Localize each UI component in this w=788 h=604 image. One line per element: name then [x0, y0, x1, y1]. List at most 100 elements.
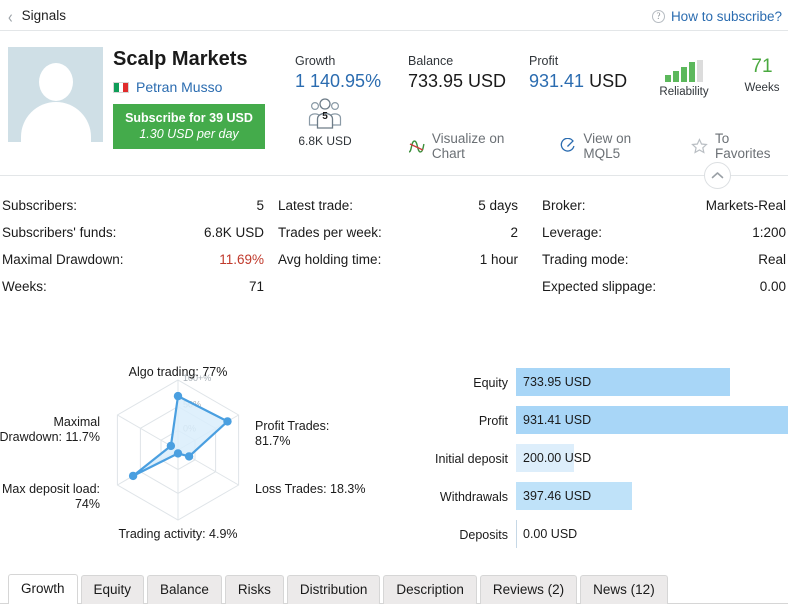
stat-value: 71	[248, 279, 264, 294]
kpi-profit-label: Profit	[529, 54, 559, 68]
bar-track: 931.41 USD	[516, 406, 788, 434]
tab-distribution[interactable]: Distribution	[286, 575, 381, 604]
to-favorites-button[interactable]: To Favorites	[691, 131, 788, 161]
subscribe-daily-label: 1.30 USD per day	[139, 126, 239, 141]
subscribers-funds-label: 6.8K USD	[298, 134, 352, 148]
stat-key: Trading mode:	[542, 252, 629, 267]
stat-key: Avg holding time:	[278, 252, 382, 267]
how-to-subscribe-label: How to subscribe?	[670, 9, 782, 24]
view-on-mql5-button[interactable]: View on MQL5	[560, 131, 671, 161]
action-links: Visualize on Chart View on MQL5 To Favor…	[408, 131, 788, 161]
radar-data-point	[128, 471, 138, 481]
kpi-profit-value: 931.41 USD	[529, 71, 628, 91]
bar-category-label: Profit	[478, 414, 508, 428]
stat-value: 11.69%	[219, 252, 264, 267]
subscribe-price-label: Subscribe for 39 USD	[125, 110, 253, 125]
table-row: Trades per week: 2	[278, 225, 518, 252]
subscribe-button[interactable]: Subscribe for 39 USD 1.30 USD per day	[113, 104, 265, 149]
radar-data-point	[173, 391, 183, 401]
visualize-on-chart-label: Visualize on Chart	[431, 131, 505, 161]
bar-value-label: 397.46 USD	[523, 489, 592, 503]
stat-key: Latest trade:	[278, 198, 354, 213]
bar-track: 0.00 USD	[516, 520, 788, 548]
table-row: Maximal Drawdown: 11.69%	[2, 252, 264, 279]
visualize-on-chart-button[interactable]: Visualize on Chart	[408, 131, 540, 161]
tab-equity[interactable]: Equity	[80, 575, 145, 604]
external-link-icon	[561, 138, 576, 152]
radar-axis-label: Algo trading: 77%	[129, 365, 228, 379]
reliability-label: Reliability	[659, 86, 709, 98]
subscribers-group-icon: 5	[308, 98, 342, 129]
bar-category-label: Initial deposit	[435, 452, 508, 466]
chart-line-icon	[408, 139, 425, 153]
stat-key: Leverage:	[542, 225, 603, 240]
stat-key: Weeks:	[2, 279, 47, 294]
bottom-tab-bar: Growth Equity Balance Risks Distribution Desc…	[0, 568, 788, 604]
page-title: Scalp Markets	[113, 48, 248, 70]
stat-key: Maximal Drawdown:	[2, 252, 124, 267]
kpi-balance-label: Balance	[408, 54, 454, 68]
table-row: Broker: Markets-Real	[542, 198, 786, 225]
top-divider	[0, 30, 788, 31]
user-avatar-placeholder	[38, 63, 73, 101]
stat-value: 1 hour	[479, 252, 518, 267]
kpi-balance: Balance 733.95 USD	[408, 54, 506, 92]
star-icon	[691, 138, 708, 154]
table-row: Subscribers' funds: 6.8K USD	[2, 225, 264, 252]
avatar[interactable]	[8, 47, 103, 142]
radar-data-point	[166, 441, 176, 451]
kpi-profit: Profit 931.41 USD	[529, 54, 627, 92]
stat-value: 1:200	[752, 225, 786, 240]
tab-reviews-2[interactable]: Reviews (2)	[479, 575, 578, 604]
table-row: Trading mode: Real	[542, 252, 786, 279]
kpi-balance-value: 733.95 USD	[408, 71, 507, 91]
stat-value: 6.8K USD	[203, 225, 264, 240]
tab-description[interactable]: Description	[383, 575, 477, 604]
stat-value: 5 days	[478, 198, 518, 213]
author-link[interactable]: Petran Musso	[113, 79, 222, 95]
radar-axis-label: Maximal Drawdown: 11.7%	[0, 415, 100, 444]
radar-data-point	[173, 449, 183, 458]
view-on-mql5-label: View on MQL5	[583, 131, 632, 161]
bar-track: 200.00 USD	[516, 444, 788, 472]
collapse-divider-row	[0, 162, 788, 189]
stats-column-3: Broker: Markets-Real Leverage: 1:200 Tra…	[542, 198, 786, 306]
to-favorites-label: To Favorites	[714, 131, 771, 161]
tab-growth[interactable]: Growth	[8, 574, 78, 604]
table-row: Leverage: 1:200	[542, 225, 786, 252]
back-to-signals-link[interactable]: ‹ Signals	[8, 7, 66, 25]
stat-key: Broker:	[542, 198, 586, 213]
bar-track: 733.95 USD	[516, 368, 788, 396]
tab-risks[interactable]: Risks	[224, 575, 284, 604]
weeks-value: 71	[751, 56, 773, 77]
subscribers-badge[interactable]: 5 6.8K USD	[295, 98, 355, 148]
radar-chart-svg: 100+%50%0%Algo trading: 77%Profit Trades…	[0, 365, 365, 541]
bar-value-label: 931.41 USD	[523, 413, 592, 427]
bar-value-label: 200.00 USD	[523, 451, 592, 465]
collapse-section-button[interactable]	[704, 162, 731, 189]
table-row: Expected slippage: 0.00	[542, 279, 786, 306]
stat-key: Subscribers:	[2, 198, 78, 213]
bar-chart-row: Deposits 0.00 USD	[404, 520, 788, 558]
bar-value-label: 0.00 USD	[523, 527, 578, 541]
bar-chart-row: Profit 931.41 USD	[404, 406, 788, 444]
section-divider	[0, 175, 788, 176]
how-to-subscribe-link[interactable]: ? How to subscribe?	[651, 9, 782, 24]
bar-chart-row: Withdrawals 397.46 USD	[404, 482, 788, 520]
kpi-growth-label: Growth	[295, 54, 336, 68]
account-funds-bar-chart: Equity 733.95 USD Profit 931.41 USD Initial …	[404, 368, 788, 558]
back-label: Signals	[21, 8, 66, 23]
radar-axis-label: Max deposit load: 74%	[2, 482, 100, 511]
table-row: Avg holding time: 1 hour	[278, 252, 518, 279]
stat-value: Markets-Real	[705, 198, 786, 213]
tab-balance[interactable]: Balance	[147, 575, 222, 604]
avatar-body-shape	[20, 102, 91, 142]
bar-value-label: 733.95 USD	[523, 375, 592, 389]
tab-news-12[interactable]: News (12)	[580, 575, 668, 604]
top-bar: ‹ Signals ? How to subscribe?	[0, 0, 788, 30]
stat-key: Trades per week:	[278, 225, 382, 240]
weeks-label: Weeks	[744, 82, 780, 94]
tab-list: Growth Equity Balance Risks Distribution Desc…	[8, 574, 668, 604]
author-name: Petran Musso	[136, 79, 223, 95]
bar-chart-row: Equity 733.95 USD	[404, 368, 788, 406]
